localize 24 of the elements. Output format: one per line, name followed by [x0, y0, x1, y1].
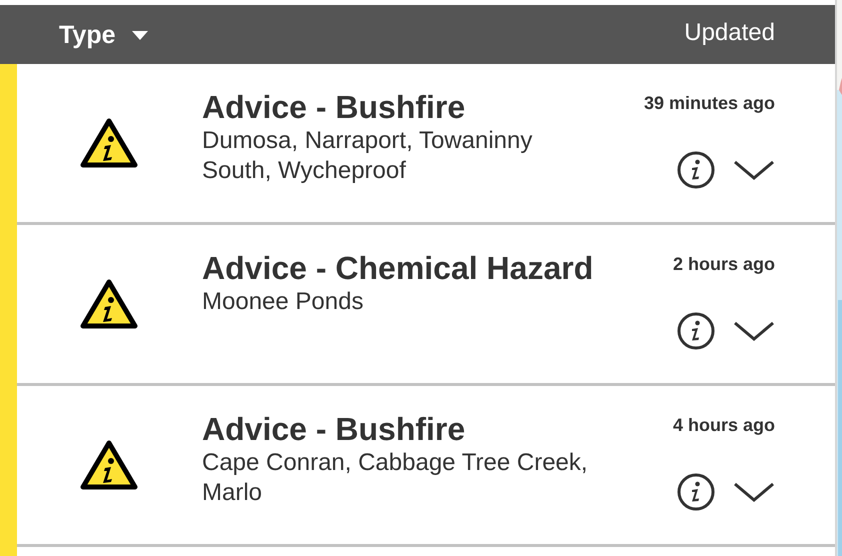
updated-time: 4 hours ago	[672, 414, 775, 436]
warning-locations: Cape Conran, Cabbage Tree Creek, Marlo	[202, 448, 589, 508]
updated-time: 39 minutes ago	[644, 92, 775, 114]
warning-title: Advice - Bushfire	[202, 88, 466, 126]
updated-time: 2 hours ago	[672, 253, 775, 275]
warning-locations: Moonee Ponds	[202, 287, 364, 317]
warning-card[interactable]: Advice - Bushfire Cape Conran, Cabbage Tree Creek, Marlo 4 hours ago	[17, 386, 835, 547]
warning-title: Advice - Chemical Hazard	[202, 249, 594, 287]
warning-icon	[80, 279, 138, 331]
warning-card[interactable]: Advice - Bushfire Dumosa, Narraport, Towaninny South, Wycheproof 39 minutes ago	[17, 64, 835, 225]
warning-title: Advice - Bushfire	[202, 410, 466, 448]
caret-icon	[132, 31, 148, 40]
chevron-down-icon[interactable]	[733, 481, 775, 503]
type-filter-dropdown[interactable]: Type	[59, 21, 148, 50]
chevron-down-icon[interactable]	[733, 320, 775, 342]
chevron-down-icon[interactable]	[733, 159, 775, 181]
warning-icon	[80, 440, 138, 492]
info-icon[interactable]	[677, 312, 715, 350]
warning-locations: Dumosa, Narraport, Towaninny South, Wycheproof	[202, 126, 534, 186]
warning-card[interactable]: Advice - Chemical Hazard Moonee Ponds 2 hours ago	[17, 225, 835, 386]
updated-column-label[interactable]: Updated	[684, 18, 775, 46]
info-icon[interactable]	[677, 473, 715, 511]
warning-icon	[80, 118, 138, 170]
info-icon[interactable]	[677, 151, 715, 189]
